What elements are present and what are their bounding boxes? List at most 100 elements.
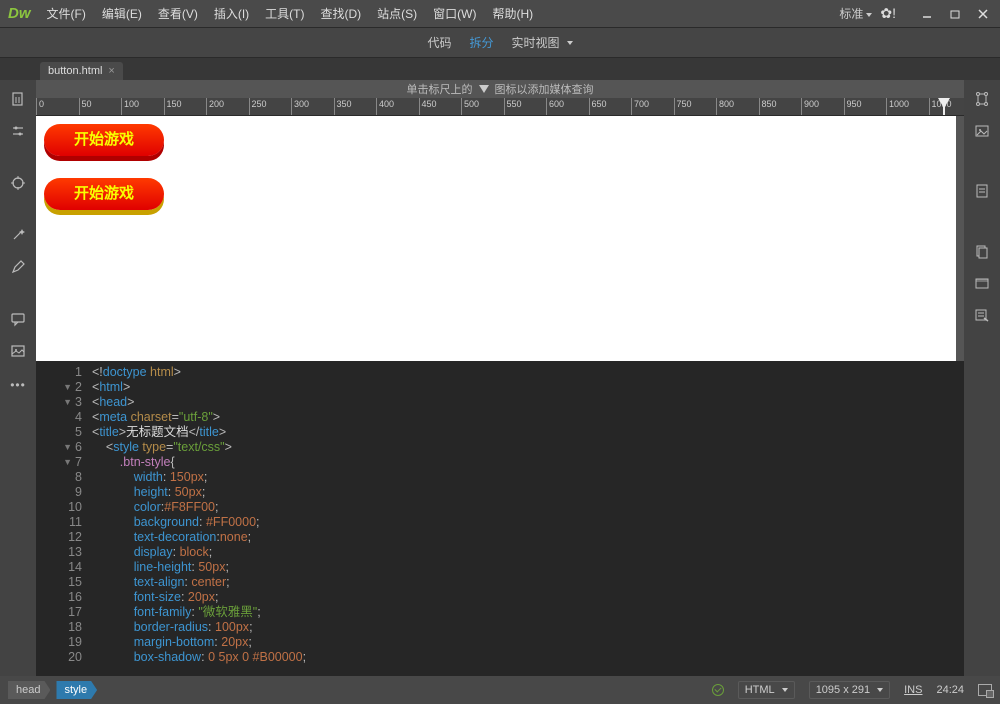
- line-number: 9: [75, 485, 82, 500]
- wand-icon[interactable]: [9, 226, 27, 244]
- ruler-tick: 500: [461, 98, 504, 115]
- fold-icon[interactable]: ▼: [63, 455, 72, 470]
- ruler-tick: 900: [801, 98, 844, 115]
- window-size-selector[interactable]: 1095 x 291: [809, 681, 890, 699]
- ruler-tick: 250: [249, 98, 292, 115]
- menu-site[interactable]: 站点(S): [369, 0, 425, 28]
- file-manage-icon[interactable]: [9, 90, 27, 108]
- menu-find[interactable]: 查找(D): [312, 0, 369, 28]
- line-number: 10: [68, 500, 82, 515]
- ruler-tick: 150: [164, 98, 207, 115]
- layout-switcher[interactable]: 标准: [835, 5, 876, 22]
- media-query-marker-icon: [479, 85, 489, 93]
- line-number: 4: [75, 410, 82, 425]
- cursor-position: 24:24: [936, 684, 964, 696]
- ruler-tick: 300: [291, 98, 334, 115]
- behaviors-panel-icon[interactable]: [973, 306, 991, 324]
- chevron-down-icon: [567, 41, 573, 45]
- right-toolbar: [964, 80, 1000, 676]
- line-number: 20: [68, 650, 82, 665]
- tag-selector-head[interactable]: head: [8, 681, 50, 699]
- ruler-tick: 650: [589, 98, 632, 115]
- insert-mode[interactable]: INS: [904, 684, 922, 696]
- comment-icon[interactable]: [9, 310, 27, 328]
- css-panel-icon[interactable]: [973, 182, 991, 200]
- ruler-width-marker-icon[interactable]: [938, 98, 950, 108]
- ruler-tick: 0: [36, 98, 79, 115]
- menu-help[interactable]: 帮助(H): [484, 0, 541, 28]
- line-number: 15: [68, 575, 82, 590]
- ruler-tick: 50: [79, 98, 122, 115]
- menubar: Dw 文件(F) 编辑(E) 查看(V) 插入(I) 工具(T) 查找(D) 站…: [0, 0, 1000, 28]
- line-number: 8: [75, 470, 82, 485]
- menu-window[interactable]: 窗口(W): [425, 0, 484, 28]
- no-errors-icon[interactable]: [712, 684, 724, 696]
- line-gutter: 1▼2▼345▼6▼7891011121314151617181920: [36, 361, 86, 676]
- line-number: 3: [75, 395, 82, 410]
- more-tools-icon[interactable]: •••: [10, 378, 26, 392]
- design-preview[interactable]: 开始游戏 开始游戏: [36, 116, 964, 361]
- fold-icon[interactable]: ▼: [63, 440, 72, 455]
- document-tab-label: button.html: [48, 65, 102, 77]
- menu-tools[interactable]: 工具(T): [257, 0, 312, 28]
- insert-panel-icon[interactable]: [973, 274, 991, 292]
- ruler-tick: 350: [334, 98, 377, 115]
- target-icon[interactable]: [9, 174, 27, 192]
- view-switcher-bar: 代码 拆分 实时视图: [0, 28, 1000, 58]
- pen-icon[interactable]: [9, 258, 27, 276]
- menu-insert[interactable]: 插入(I): [206, 0, 257, 28]
- image-icon[interactable]: [9, 342, 27, 360]
- line-number: 18: [68, 620, 82, 635]
- ruler-tick: 600: [546, 98, 589, 115]
- ruler-hint-text-after: 图标以添加媒体查询: [495, 81, 594, 97]
- left-toolbar: •••: [0, 80, 36, 676]
- menu-view[interactable]: 查看(V): [150, 0, 206, 28]
- preview-button-2[interactable]: 开始游戏: [44, 178, 164, 210]
- doctype-selector[interactable]: HTML: [738, 681, 795, 699]
- adjust-icon[interactable]: [9, 122, 27, 140]
- app-logo: Dw: [4, 5, 39, 22]
- ruler-tick: 100: [121, 98, 164, 115]
- ruler-tick: 750: [674, 98, 717, 115]
- line-number: 13: [68, 545, 82, 560]
- line-number: 19: [68, 635, 82, 650]
- view-split[interactable]: 拆分: [469, 34, 493, 51]
- maximize-button[interactable]: [942, 5, 968, 23]
- view-live[interactable]: 实时视图: [512, 34, 573, 51]
- window-controls: [914, 5, 996, 23]
- view-code[interactable]: 代码: [427, 34, 451, 51]
- doctype-label: HTML: [745, 684, 775, 696]
- ruler[interactable]: 0501001502002503003504004505005506006507…: [36, 98, 964, 116]
- fold-icon[interactable]: ▼: [63, 395, 72, 410]
- chevron-down-icon: [782, 688, 788, 692]
- minimize-button[interactable]: [914, 5, 940, 23]
- ruler-tick: 950: [844, 98, 887, 115]
- ruler-tick: 700: [631, 98, 674, 115]
- layout-label: 标准: [839, 7, 863, 21]
- tag-selector-style[interactable]: style: [56, 681, 97, 699]
- ruler-tick: 550: [504, 98, 547, 115]
- close-button[interactable]: [970, 5, 996, 23]
- dom-panel-icon[interactable]: [973, 90, 991, 108]
- code-body[interactable]: <!doctype html> <html> <head> <meta char…: [86, 361, 964, 676]
- files-panel-icon[interactable]: [973, 242, 991, 260]
- close-tab-icon[interactable]: ×: [108, 65, 114, 77]
- document-tab[interactable]: button.html ×: [40, 62, 123, 80]
- line-number: 1: [75, 365, 82, 380]
- status-bar: head style HTML 1095 x 291 INS 24:24: [0, 676, 1000, 704]
- sync-settings-icon[interactable]: ✿!: [880, 5, 896, 22]
- window-size-label: 1095 x 291: [816, 684, 870, 696]
- menu-edit[interactable]: 编辑(E): [94, 0, 150, 28]
- line-number: 14: [68, 560, 82, 575]
- ruler-tick: 450: [419, 98, 462, 115]
- line-number: 6: [75, 440, 82, 455]
- preview-button-1[interactable]: 开始游戏: [44, 124, 164, 156]
- preview-in-browser-icon[interactable]: [978, 684, 992, 696]
- line-number: 12: [68, 530, 82, 545]
- menu-file[interactable]: 文件(F): [39, 0, 94, 28]
- assets-panel-icon[interactable]: [973, 122, 991, 140]
- line-number: 7: [75, 455, 82, 470]
- fold-icon[interactable]: ▼: [63, 380, 72, 395]
- code-editor[interactable]: 1▼2▼345▼6▼7891011121314151617181920 <!do…: [36, 361, 964, 676]
- line-number: 17: [68, 605, 82, 620]
